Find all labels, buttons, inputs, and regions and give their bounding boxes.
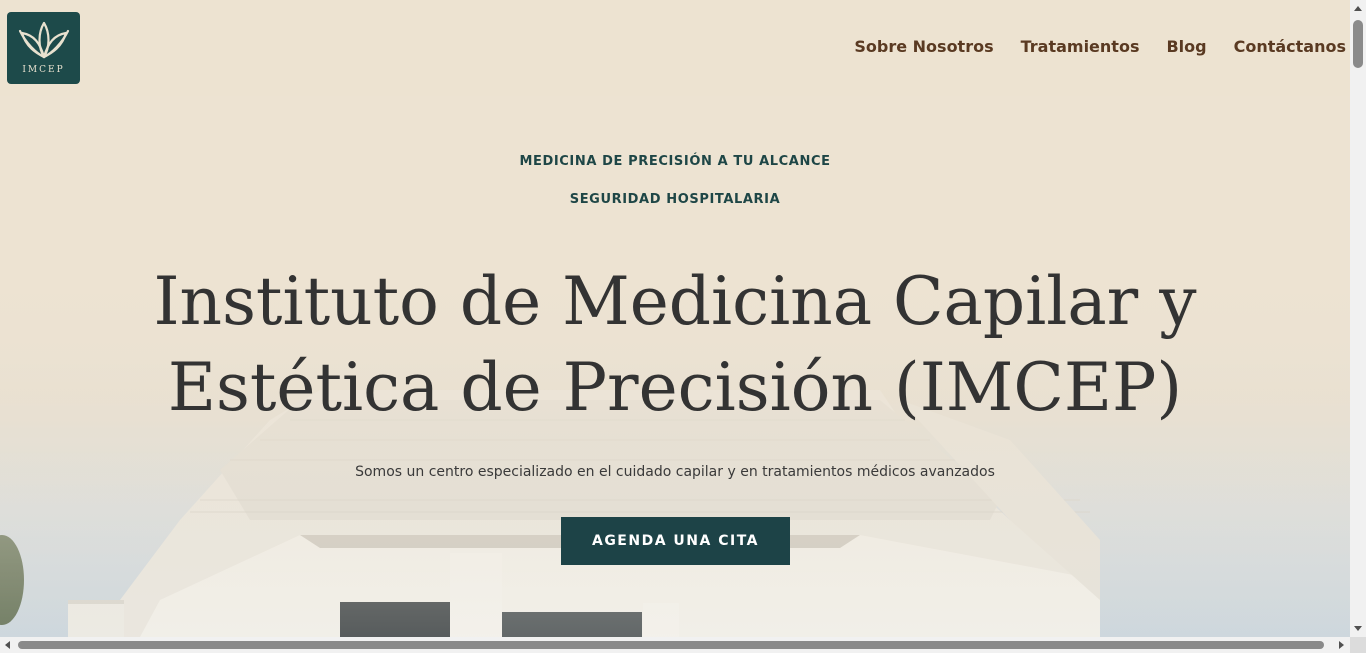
hero-subtitle: Somos un centro especializado en el cuid… — [355, 464, 995, 480]
nav-contactanos[interactable]: Contáctanos — [1234, 37, 1346, 56]
main-nav: Sobre Nosotros Tratamientos Blog Contáct… — [827, 37, 1346, 56]
scroll-down-icon[interactable] — [1354, 626, 1362, 631]
book-appointment-button[interactable]: AGENDA UNA CITA — [561, 517, 790, 565]
scroll-up-icon[interactable] — [1354, 6, 1362, 11]
hero-title-line-1: Instituto de Medicina Capilar y — [153, 263, 1197, 340]
hero-title: Instituto de Medicina Capilar y Estética… — [0, 259, 1350, 431]
site-header: IMCEP Sobre Nosotros Tratamientos Blog C… — [0, 0, 1350, 96]
hero-eyebrow-seguridad: SEGURIDAD HOSPITALARIA — [569, 192, 781, 207]
scroll-right-icon[interactable] — [1339, 641, 1344, 649]
horizontal-scroll-thumb[interactable] — [18, 641, 1324, 649]
nav-blog[interactable]: Blog — [1166, 37, 1206, 56]
horizontal-scrollbar[interactable] — [0, 637, 1366, 653]
hero-eyebrow-precision: MEDICINA DE PRECISIÓN A TU ALCANCE — [519, 154, 831, 169]
nav-tratamientos[interactable]: Tratamientos — [1021, 37, 1140, 56]
leaf-icon — [18, 21, 70, 59]
scroll-left-icon[interactable] — [5, 641, 10, 649]
site-logo[interactable]: IMCEP — [7, 12, 80, 84]
nav-sobre-nosotros[interactable]: Sobre Nosotros — [854, 37, 993, 56]
hero-title-line-2: Estética de Precisión (IMCEP) — [167, 349, 1183, 426]
logo-text: IMCEP — [22, 65, 65, 75]
vertical-scroll-thumb[interactable] — [1353, 20, 1363, 68]
page: IMCEP Sobre Nosotros Tratamientos Blog C… — [0, 0, 1366, 653]
scrollbar-corner — [1350, 637, 1366, 653]
vertical-scrollbar[interactable] — [1350, 0, 1366, 637]
